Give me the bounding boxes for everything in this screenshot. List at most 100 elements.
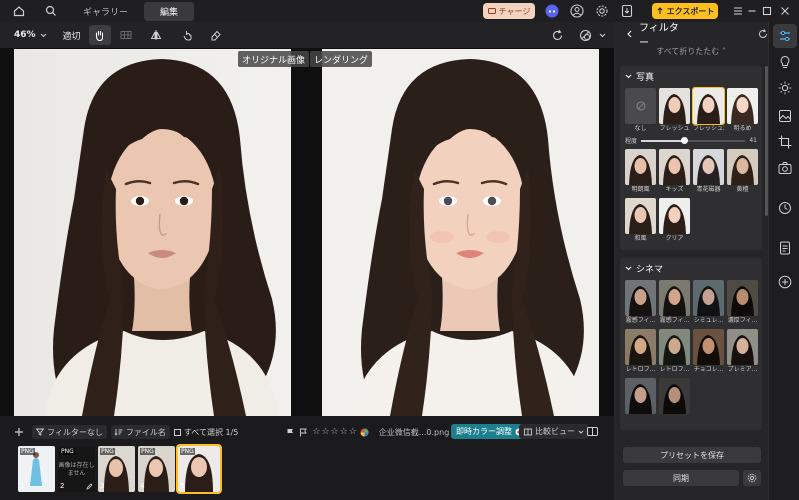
- rendered-image[interactable]: [322, 49, 599, 416]
- filter-item[interactable]: チョコレ...: [693, 329, 724, 375]
- filter-dropdown[interactable]: フィルターなし: [32, 425, 107, 439]
- thumbnail-selected[interactable]: PNG 5: [176, 444, 222, 494]
- thumbnail[interactable]: PNG 4: [138, 446, 175, 492]
- filter-item[interactable]: [625, 378, 656, 424]
- filter-item[interactable]: 青花磁器: [693, 149, 724, 195]
- panel-layout-icon[interactable]: [587, 426, 598, 437]
- filter-item[interactable]: プレミア...: [727, 329, 758, 375]
- star-icon[interactable]: ☆: [349, 427, 357, 437]
- reset-icon[interactable]: [547, 25, 569, 45]
- sync-button[interactable]: 同期: [623, 470, 739, 486]
- filter-item[interactable]: フレッシュ: [659, 88, 690, 134]
- slider-fill: [641, 139, 684, 142]
- star-icon[interactable]: ☆: [340, 427, 348, 437]
- save-preset-button[interactable]: プリセットを保存: [623, 447, 761, 463]
- filter-item[interactable]: レトロフ...: [659, 329, 690, 375]
- charge-button[interactable]: チャージ: [483, 3, 535, 19]
- original-image[interactable]: [14, 49, 291, 416]
- intensity-slider[interactable]: [641, 136, 746, 144]
- collapse-all-button[interactable]: すべて折りたたむ ˄: [614, 46, 768, 62]
- hand-pan-icon[interactable]: [88, 25, 111, 45]
- filter-item[interactable]: 霧感フィ...: [659, 280, 690, 326]
- layers-toggle-icon[interactable]: [575, 25, 597, 45]
- chevron-down-icon[interactable]: [599, 32, 606, 39]
- thumbnail[interactable]: PNG 3: [98, 446, 135, 492]
- chevron-left-icon[interactable]: [626, 30, 633, 38]
- adjust-sliders-icon[interactable]: [777, 28, 793, 44]
- section-header[interactable]: 写真: [625, 70, 757, 83]
- rating-stars[interactable]: ☆ ☆ ☆ ☆ ☆: [312, 427, 356, 437]
- thumbnail[interactable]: PNG 1: [18, 446, 55, 492]
- sun-brightness-icon[interactable]: [777, 80, 793, 96]
- zoom-level[interactable]: 46%: [14, 30, 36, 40]
- compare-view-dropdown[interactable]: 比較ビュー: [519, 424, 589, 439]
- minimize-icon[interactable]: [744, 3, 760, 19]
- thumbnail[interactable]: PNG 画像は存在しません 2: [58, 446, 95, 492]
- discord-icon[interactable]: [544, 3, 560, 19]
- section-header[interactable]: シネマ: [625, 262, 757, 275]
- select-all-checkbox[interactable]: すべて選択 1/5: [173, 427, 238, 438]
- filter-item[interactable]: クリア: [659, 198, 690, 244]
- sort-filename-button[interactable]: ファイル名: [110, 425, 170, 439]
- tab-edit[interactable]: 編集: [144, 1, 195, 21]
- account-icon[interactable]: [569, 3, 585, 19]
- sync-settings-icon[interactable]: [743, 470, 761, 486]
- chevron-down-icon: [625, 266, 632, 271]
- filter-item-none[interactable]: なし: [625, 88, 656, 134]
- filter-item[interactable]: 明るめ: [727, 88, 758, 134]
- color-label-icon[interactable]: [360, 428, 369, 437]
- settings-gear-icon[interactable]: [594, 3, 610, 19]
- notes-document-icon[interactable]: [777, 240, 793, 256]
- eraser-icon[interactable]: [205, 25, 227, 45]
- maximize-icon[interactable]: [759, 3, 775, 19]
- realtime-color-button[interactable]: 即時カラー調整: [451, 424, 528, 439]
- flag-icon[interactable]: [286, 428, 295, 437]
- realtime-label: 即時カラー調整: [456, 427, 512, 436]
- flip-compare-icon[interactable]: [145, 25, 167, 45]
- filter-item[interactable]: レトロフ...: [625, 329, 656, 375]
- filter-item-selected[interactable]: フレッシュ2: [692, 87, 725, 134]
- star-icon[interactable]: ☆: [312, 427, 320, 437]
- home-icon[interactable]: [11, 3, 27, 19]
- chevron-down-icon[interactable]: [40, 32, 47, 39]
- close-icon[interactable]: [777, 3, 793, 19]
- filter-label: プレミア...: [727, 366, 758, 373]
- filter-label: クリア: [665, 235, 684, 242]
- filter-item[interactable]: シミュレ...: [693, 280, 724, 326]
- download-doc-icon[interactable]: [619, 3, 635, 19]
- export-button[interactable]: エクスポート: [652, 3, 718, 19]
- tab-gallery[interactable]: ギャラリー: [73, 2, 138, 21]
- filter-item[interactable]: 霧感フィ...: [625, 280, 656, 326]
- filter-item[interactable]: キッズ: [659, 149, 690, 195]
- filter-grid: 明朗風 キッズ 青花磁器 黄檀 和風 クリア: [625, 149, 758, 244]
- export-icon: [656, 7, 664, 15]
- flag-outline-icon[interactable]: [299, 428, 308, 437]
- camera-icon[interactable]: [777, 160, 793, 176]
- add-icon[interactable]: [14, 427, 24, 437]
- star-icon[interactable]: ☆: [321, 427, 329, 437]
- filter-item[interactable]: 濃厚フィ...: [727, 280, 758, 326]
- png-badge: PNG: [140, 448, 155, 455]
- edit-pencil-icon[interactable]: [86, 483, 93, 490]
- image-edit-icon[interactable]: [777, 108, 793, 124]
- filter-item[interactable]: 黄檀: [727, 149, 758, 195]
- star-icon[interactable]: ☆: [331, 427, 339, 437]
- slider-handle[interactable]: [680, 136, 688, 144]
- filter-item[interactable]: 和風: [625, 198, 656, 244]
- filter-label: 和風: [634, 235, 647, 242]
- history-clock-icon[interactable]: [777, 200, 793, 216]
- section-title: 写真: [636, 73, 655, 83]
- crop-icon[interactable]: [777, 134, 793, 150]
- png-badge: PNG: [180, 448, 195, 455]
- preview-canvas[interactable]: オリジナル画像 レンダリング: [0, 48, 614, 416]
- filter-label: シミュレ...: [693, 317, 724, 324]
- reset-filter-icon[interactable]: [758, 29, 768, 39]
- lightbulb-icon[interactable]: [777, 54, 793, 70]
- filter-item[interactable]: 明朗風: [625, 149, 656, 195]
- search-icon[interactable]: [43, 3, 59, 19]
- add-circle-icon[interactable]: [777, 274, 793, 290]
- touch-hand-icon[interactable]: [177, 25, 199, 45]
- filter-item[interactable]: [659, 378, 690, 424]
- fit-button[interactable]: 適切: [63, 29, 81, 42]
- grid-overlay-icon[interactable]: [115, 25, 137, 45]
